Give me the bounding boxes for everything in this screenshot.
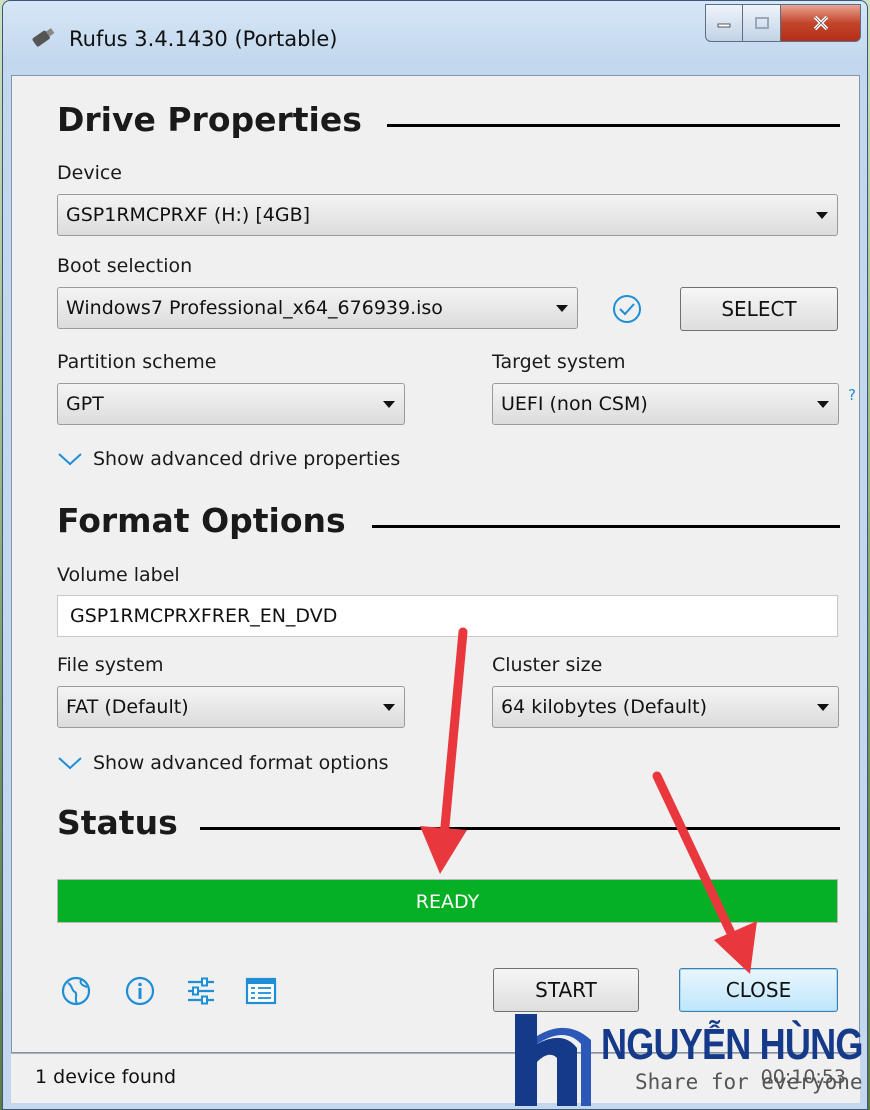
show-advanced-drive-toggle[interactable]: Show advanced drive properties xyxy=(57,448,400,470)
status-heading: Status xyxy=(57,803,178,842)
show-advanced-format-label: Show advanced format options xyxy=(93,752,389,774)
close-window-button[interactable] xyxy=(781,4,861,42)
device-value: GSP1RMCPRXF (H:) [4GB] xyxy=(66,204,311,226)
device-label: Device xyxy=(57,162,122,184)
volume-label-input[interactable]: GSP1RMCPRXFRER_EN_DVD xyxy=(57,595,838,637)
status-progress-bar: READY xyxy=(57,879,838,923)
close-button[interactable]: CLOSE xyxy=(679,968,838,1012)
format-options-heading: Format Options xyxy=(57,501,346,540)
progress-text: READY xyxy=(415,891,480,913)
status-bar-text: 1 device found xyxy=(35,1066,177,1088)
rufus-window: Rufus 3.4.1430 (Portable) Drive Properti… xyxy=(2,0,868,1110)
globe-icon[interactable] xyxy=(59,974,93,1008)
chevron-down-icon xyxy=(58,757,82,770)
status-divider xyxy=(200,827,840,830)
dropdown-arrow-icon xyxy=(817,401,829,408)
select-button[interactable]: SELECT xyxy=(680,287,838,331)
minimize-button[interactable] xyxy=(705,4,743,42)
window-controls xyxy=(705,4,861,44)
partition-scheme-dropdown[interactable]: GPT xyxy=(57,383,405,425)
title-bar[interactable]: Rufus 3.4.1430 (Portable) xyxy=(3,1,867,76)
device-dropdown[interactable]: GSP1RMCPRXF (H:) [4GB] xyxy=(57,194,838,236)
brand-watermark: NGUYỄN HÙNG Share for everyone xyxy=(507,1010,867,1110)
cluster-size-dropdown[interactable]: 64 kilobytes (Default) xyxy=(492,686,839,728)
maximize-icon xyxy=(754,17,769,29)
usb-drive-icon xyxy=(32,28,55,47)
settings-sliders-icon[interactable] xyxy=(184,974,218,1008)
target-system-label: Target system xyxy=(492,351,626,373)
target-system-help[interactable]: ? xyxy=(848,386,856,404)
watermark-tagline: Share for everyone xyxy=(635,1070,863,1094)
brand-logo-icon xyxy=(515,1014,591,1106)
dropdown-arrow-icon xyxy=(383,401,395,408)
main-panel: Drive Properties Device GSP1RMCPRXF (H:)… xyxy=(11,75,860,1053)
window-title: Rufus 3.4.1430 (Portable) xyxy=(69,27,338,51)
minimize-icon xyxy=(717,23,731,28)
file-system-label: File system xyxy=(57,654,164,676)
volume-label-label: Volume label xyxy=(57,564,180,586)
watermark-brand: NGUYỄN HÙNG xyxy=(601,1020,863,1069)
dropdown-arrow-icon xyxy=(383,704,395,711)
drive-properties-divider xyxy=(387,124,840,127)
dropdown-arrow-icon xyxy=(817,704,829,711)
show-advanced-drive-label: Show advanced drive properties xyxy=(93,448,401,470)
info-icon[interactable] xyxy=(123,974,157,1008)
start-button[interactable]: START xyxy=(493,968,639,1012)
check-hash-icon[interactable] xyxy=(611,293,643,325)
show-advanced-format-toggle[interactable]: Show advanced format options xyxy=(57,752,389,774)
file-system-dropdown[interactable]: FAT (Default) xyxy=(57,686,405,728)
maximize-button[interactable] xyxy=(743,4,781,42)
partition-scheme-value: GPT xyxy=(66,393,104,415)
format-options-divider xyxy=(372,525,840,528)
target-system-dropdown[interactable]: UEFI (non CSM) xyxy=(492,383,839,425)
drive-properties-heading: Drive Properties xyxy=(57,100,362,139)
boot-selection-label: Boot selection xyxy=(57,255,193,277)
close-icon xyxy=(813,15,828,31)
boot-selection-value: Windows7 Professional_x64_676939.iso xyxy=(66,297,443,319)
target-system-value: UEFI (non CSM) xyxy=(501,393,648,415)
cluster-size-label: Cluster size xyxy=(492,654,603,676)
volume-label-value: GSP1RMCPRXFRER_EN_DVD xyxy=(70,605,338,627)
partition-scheme-label: Partition scheme xyxy=(57,351,217,373)
file-system-value: FAT (Default) xyxy=(66,696,189,718)
dropdown-arrow-icon xyxy=(816,212,828,219)
log-icon[interactable] xyxy=(244,974,278,1008)
dropdown-arrow-icon xyxy=(556,305,568,312)
chevron-down-icon xyxy=(58,453,82,466)
boot-selection-dropdown[interactable]: Windows7 Professional_x64_676939.iso xyxy=(57,287,578,329)
cluster-size-value: 64 kilobytes (Default) xyxy=(501,696,708,718)
